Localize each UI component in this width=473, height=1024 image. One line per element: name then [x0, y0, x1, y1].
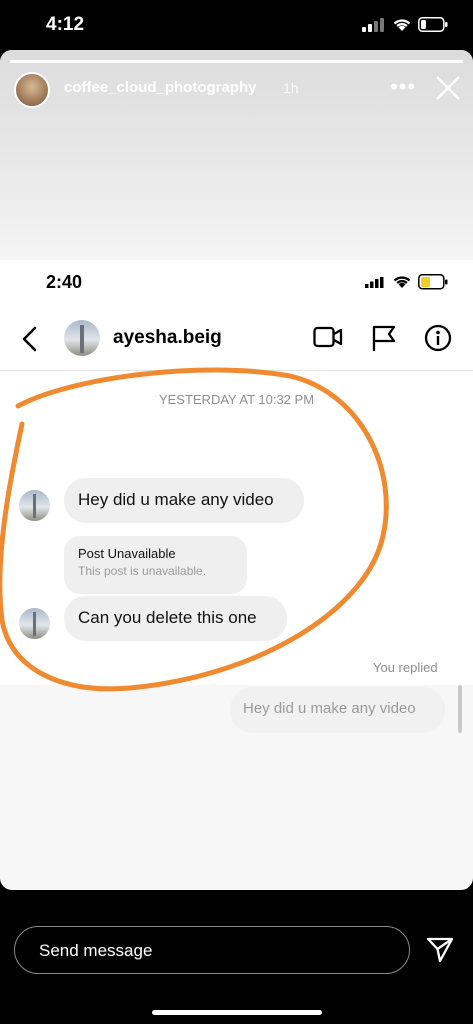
- you-replied-label: You replied: [373, 660, 438, 675]
- battery-icon: [418, 274, 448, 290]
- status-bar: 4:12: [0, 0, 473, 50]
- status-time: 4:12: [46, 14, 85, 35]
- signal-icon: [362, 18, 384, 32]
- wifi-icon: [393, 276, 411, 288]
- battery-icon: [418, 17, 448, 32]
- home-indicator[interactable]: [152, 1010, 322, 1015]
- story-user-avatar[interactable]: [14, 72, 50, 108]
- reply-quote-bubble[interactable]: Hey did u make any video: [230, 687, 445, 733]
- story-header-area: coffee_cloud_photography 1h •••: [0, 50, 473, 260]
- video-call-icon[interactable]: [313, 326, 343, 348]
- send-message-placeholder: Send message: [39, 941, 153, 960]
- wifi-icon: [393, 19, 411, 31]
- signal-icon: [365, 277, 384, 288]
- message-bubble[interactable]: Can you delete this one: [64, 596, 287, 641]
- flag-icon[interactable]: [371, 324, 397, 352]
- back-chevron-icon[interactable]: [20, 326, 40, 352]
- post-unavailable-bubble[interactable]: Post Unavailable This post is unavailabl…: [64, 536, 247, 594]
- info-icon[interactable]: [424, 324, 452, 352]
- story-progress-bar: [10, 60, 463, 63]
- send-icon[interactable]: [426, 937, 454, 963]
- scrollbar[interactable]: [458, 685, 462, 733]
- close-icon[interactable]: [436, 76, 460, 100]
- dm-screenshot: 2:40 ayesha.beig YESTERDAY AT 10:32 PM H…: [0, 260, 473, 733]
- contact-name[interactable]: ayesha.beig: [113, 327, 222, 349]
- story-time-ago: 1h: [283, 80, 299, 96]
- header-divider: [0, 370, 473, 371]
- contact-avatar[interactable]: [64, 320, 100, 356]
- more-horizontal-icon[interactable]: •••: [390, 74, 416, 100]
- post-unavailable-title: Post Unavailable: [78, 546, 176, 561]
- sender-avatar: [19, 608, 50, 639]
- send-message-input[interactable]: Send message: [14, 926, 410, 974]
- story-viewer: coffee_cloud_photography 1h ••• 2:40 aye…: [0, 50, 473, 890]
- message-bubble[interactable]: Hey did u make any video: [64, 478, 304, 523]
- post-unavailable-subtitle: This post is unavailable.: [78, 564, 207, 578]
- screenshot-status-time: 2:40: [46, 272, 83, 292]
- sender-avatar: [19, 490, 50, 521]
- message-timestamp: YESTERDAY AT 10:32 PM: [158, 392, 315, 407]
- story-username[interactable]: coffee_cloud_photography: [64, 79, 257, 96]
